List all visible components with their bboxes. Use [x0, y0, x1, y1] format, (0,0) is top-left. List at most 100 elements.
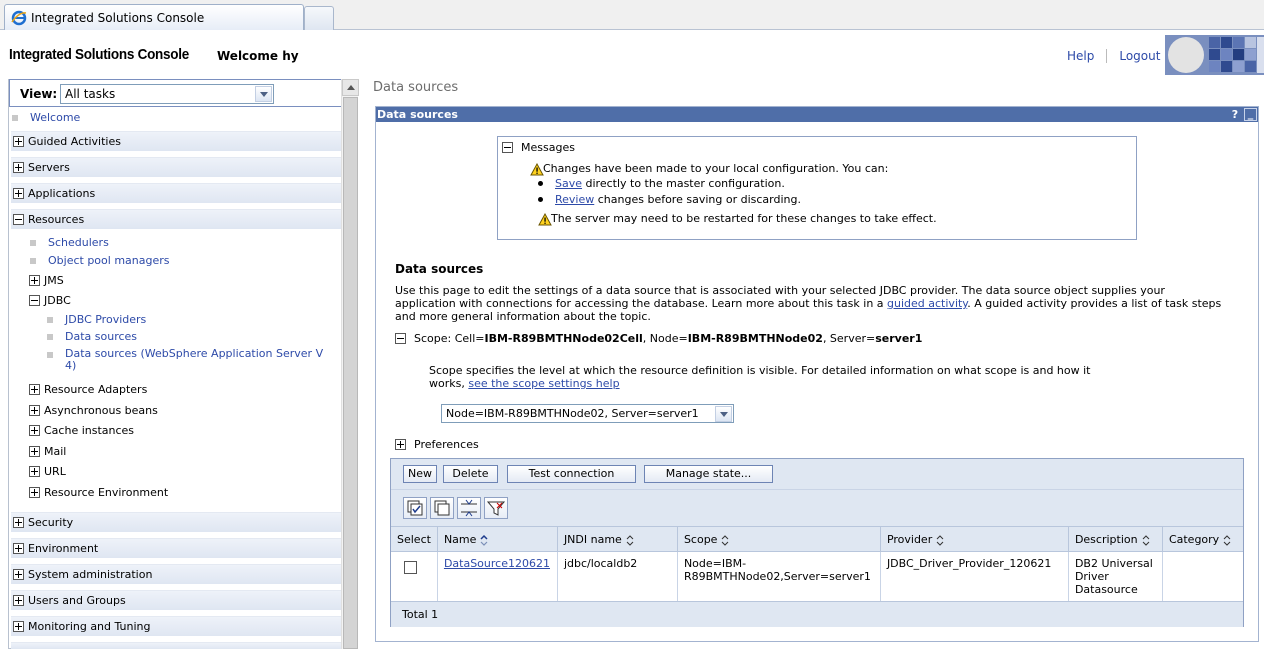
nav-cache-instances[interactable]: Cache instances	[29, 424, 134, 437]
expand-icon[interactable]	[13, 517, 24, 528]
expand-icon[interactable]	[13, 136, 24, 147]
column-header-provider[interactable]: Provider	[880, 526, 1069, 552]
view-select-value: All tasks	[65, 87, 116, 101]
nav-data-sources-v4[interactable]: Data sources (WebSphere Application Serv…	[47, 348, 323, 372]
warning-icon	[538, 212, 552, 225]
view-filter: View: All tasks	[9, 79, 343, 107]
nav-resources[interactable]: Resources	[13, 213, 84, 226]
scope-select[interactable]: Node=IBM-R89BMTHNode02, Server=server1	[441, 404, 734, 423]
expand-icon[interactable]	[13, 188, 24, 199]
expand-icon[interactable]	[13, 543, 24, 554]
nav-resource-adapters[interactable]: Resource Adapters	[29, 383, 147, 396]
clear-filter-icon[interactable]	[484, 497, 508, 519]
expand-icon[interactable]	[29, 275, 40, 286]
new-tab-button[interactable]	[304, 6, 334, 30]
expand-icon[interactable]	[29, 425, 40, 436]
browser-tab[interactable]: Integrated Solutions Console	[4, 4, 304, 30]
expand-icon[interactable]	[13, 162, 24, 173]
nav-applications[interactable]: Applications	[13, 187, 95, 200]
preferences-toggle[interactable]: Preferences	[395, 438, 479, 451]
help-icon[interactable]: ?	[1229, 107, 1241, 122]
column-header-description[interactable]: Description	[1068, 526, 1163, 552]
table-row: DataSource120621 jdbc/localdb2 Node=IBM-…	[391, 551, 1243, 601]
review-link[interactable]: Review	[555, 193, 594, 206]
row-checkbox[interactable]	[404, 561, 417, 574]
scroll-up-icon[interactable]	[342, 79, 359, 96]
nav-jdbc[interactable]: JDBC	[29, 294, 71, 307]
messages-header[interactable]: Messages	[502, 141, 575, 154]
expand-icon[interactable]	[395, 439, 406, 450]
sort-icon[interactable]	[721, 534, 729, 546]
expand-icon[interactable]	[13, 569, 24, 580]
nav-system-administration[interactable]: System administration	[13, 568, 152, 581]
expand-icon[interactable]	[29, 487, 40, 498]
collapse-icon[interactable]	[29, 295, 40, 306]
nav-guided-activities[interactable]: Guided Activities	[13, 135, 121, 148]
delete-button[interactable]: Delete	[443, 465, 498, 483]
deselect-all-icon[interactable]	[430, 497, 454, 519]
sort-icon[interactable]	[1142, 534, 1150, 546]
nav-mail[interactable]: Mail	[29, 445, 66, 458]
column-header-scope[interactable]: Scope	[677, 526, 881, 552]
header-divider	[1106, 49, 1108, 63]
view-select[interactable]: All tasks	[60, 84, 274, 104]
nav-security[interactable]: Security	[13, 516, 73, 529]
expand-icon[interactable]	[29, 405, 40, 416]
expand-icon[interactable]	[13, 621, 24, 632]
warning-icon	[530, 162, 544, 175]
scope-node: IBM-R89BMTHNode02	[687, 332, 823, 345]
sort-icon[interactable]	[626, 534, 634, 546]
bullet-icon	[538, 197, 543, 202]
column-header-jndi-name[interactable]: JNDI name	[557, 526, 678, 552]
scroll-thumb[interactable]	[343, 97, 358, 649]
nav-object-pool-managers[interactable]: Object pool managers	[30, 254, 170, 267]
sort-icon[interactable]	[1223, 534, 1231, 546]
collapse-icon[interactable]	[395, 333, 406, 344]
dropdown-arrow-icon[interactable]	[255, 86, 272, 102]
expand-icon[interactable]	[29, 446, 40, 457]
messages-box: Messages Changes have been made to your …	[497, 136, 1137, 240]
nav-scrollbar[interactable]	[341, 79, 359, 649]
browser-tab-title: Integrated Solutions Console	[31, 10, 205, 25]
data-sources-table: Select Name JNDI name Scope Provider Des…	[391, 526, 1243, 601]
breadcrumb: Data sources	[373, 80, 459, 95]
logout-link[interactable]: Logout	[1119, 49, 1160, 63]
row-name-cell: DataSource120621	[437, 551, 558, 601]
nav-users-and-groups[interactable]: Users and Groups	[13, 594, 126, 607]
column-header-category[interactable]: Category	[1162, 526, 1243, 552]
dropdown-arrow-icon[interactable]	[715, 406, 732, 422]
minimize-icon[interactable]: _	[1244, 108, 1257, 121]
guided-activity-link[interactable]: guided activity	[887, 297, 967, 310]
expand-icon[interactable]	[29, 466, 40, 477]
column-header-name[interactable]: Name	[437, 526, 558, 552]
nav-data-sources[interactable]: Data sources	[47, 330, 137, 343]
manage-state-button[interactable]: Manage state...	[644, 465, 773, 483]
collapse-icon[interactable]	[13, 214, 24, 225]
nav-jms[interactable]: JMS	[29, 274, 64, 287]
nav-welcome[interactable]: Welcome	[12, 111, 80, 124]
nav-url[interactable]: URL	[29, 465, 66, 478]
show-filter-icon[interactable]	[457, 497, 481, 519]
expand-icon[interactable]	[29, 384, 40, 395]
nav-asynchronous-beans[interactable]: Asynchronous beans	[29, 404, 158, 417]
nav-monitoring-and-tuning[interactable]: Monitoring and Tuning	[13, 620, 151, 633]
bullet-icon	[12, 114, 18, 121]
nav-resource-environment[interactable]: Resource Environment	[29, 486, 168, 499]
collapse-icon[interactable]	[502, 142, 513, 153]
nav-schedulers[interactable]: Schedulers	[30, 236, 109, 249]
sort-icon[interactable]	[936, 534, 944, 546]
table-total: Total 1	[391, 601, 1243, 627]
nav-environment[interactable]: Environment	[13, 542, 98, 555]
welcome-user: Welcome hy	[217, 49, 299, 63]
help-link[interactable]: Help	[1067, 49, 1094, 63]
test-connection-button[interactable]: Test connection	[507, 465, 636, 483]
nav-servers[interactable]: Servers	[13, 161, 70, 174]
select-all-icon[interactable]	[403, 497, 427, 519]
sort-icon[interactable]	[480, 534, 488, 546]
expand-icon[interactable]	[13, 595, 24, 606]
save-link[interactable]: Save	[555, 177, 582, 190]
new-button[interactable]: New	[403, 465, 437, 483]
data-source-name-link[interactable]: DataSource120621	[444, 557, 550, 570]
scope-settings-help-link[interactable]: see the scope settings help	[468, 377, 619, 390]
nav-jdbc-providers[interactable]: JDBC Providers	[47, 313, 146, 326]
